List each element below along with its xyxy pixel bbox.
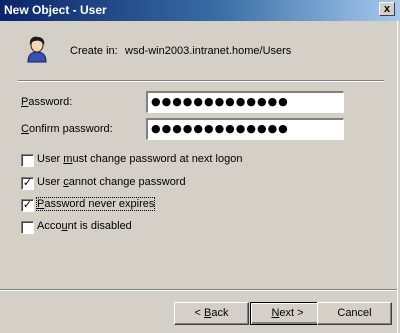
cancel-button[interactable]: Cancel <box>317 302 392 325</box>
password-field[interactable]: ●●●●●●●●●●●●● <box>146 91 344 113</box>
checkbox-label: Password never expires <box>35 197 156 211</box>
separator-bottom <box>0 289 397 291</box>
title-bar[interactable]: New Object - User x <box>0 0 400 21</box>
label-post: nt is disabled <box>67 220 132 232</box>
label-pre: User <box>37 176 64 188</box>
confirm-password-field[interactable]: ●●●●●●●●●●●●● <box>146 118 344 140</box>
next-button[interactable]: Next > <box>250 302 325 325</box>
confirm-label-text: onfirm password: <box>28 123 113 135</box>
confirm-label-accesskey: C <box>21 123 29 135</box>
close-button[interactable]: x <box>379 2 395 16</box>
checkbox-box[interactable]: ✓ <box>21 177 34 190</box>
password-label-text: assword: <box>28 96 73 108</box>
checkbox-box[interactable] <box>21 154 34 167</box>
label-post: annot change password <box>68 176 186 188</box>
window-title: New Object - User <box>4 3 107 17</box>
container-path: wsd-win2003.intranet.home/Users <box>125 45 292 57</box>
password-label: Password: <box>21 96 72 108</box>
label-post: assword never expires <box>44 198 155 210</box>
label-pre: User <box>37 153 64 165</box>
close-icon: x <box>383 3 391 15</box>
create-in-label: Create in: <box>70 45 118 57</box>
separator-top <box>18 80 384 82</box>
checkbox-label: User cannot change password <box>37 176 186 188</box>
checkbox-box[interactable] <box>21 221 34 234</box>
confirm-password-label: Confirm password: <box>21 123 113 135</box>
checkbox-label: Account is disabled <box>37 220 132 232</box>
user-icon <box>27 36 47 63</box>
next-post: ext > <box>279 307 304 319</box>
checkbox-box[interactable]: ✓ <box>21 199 34 212</box>
back-post: ack <box>211 307 229 319</box>
label-post: ust change password at next logon <box>72 153 243 165</box>
label-pre: Acco <box>37 220 62 232</box>
back-button[interactable]: < Back <box>174 302 249 325</box>
checkbox-label: User must change password at next logon <box>37 153 242 165</box>
back-pre: < <box>194 307 204 319</box>
